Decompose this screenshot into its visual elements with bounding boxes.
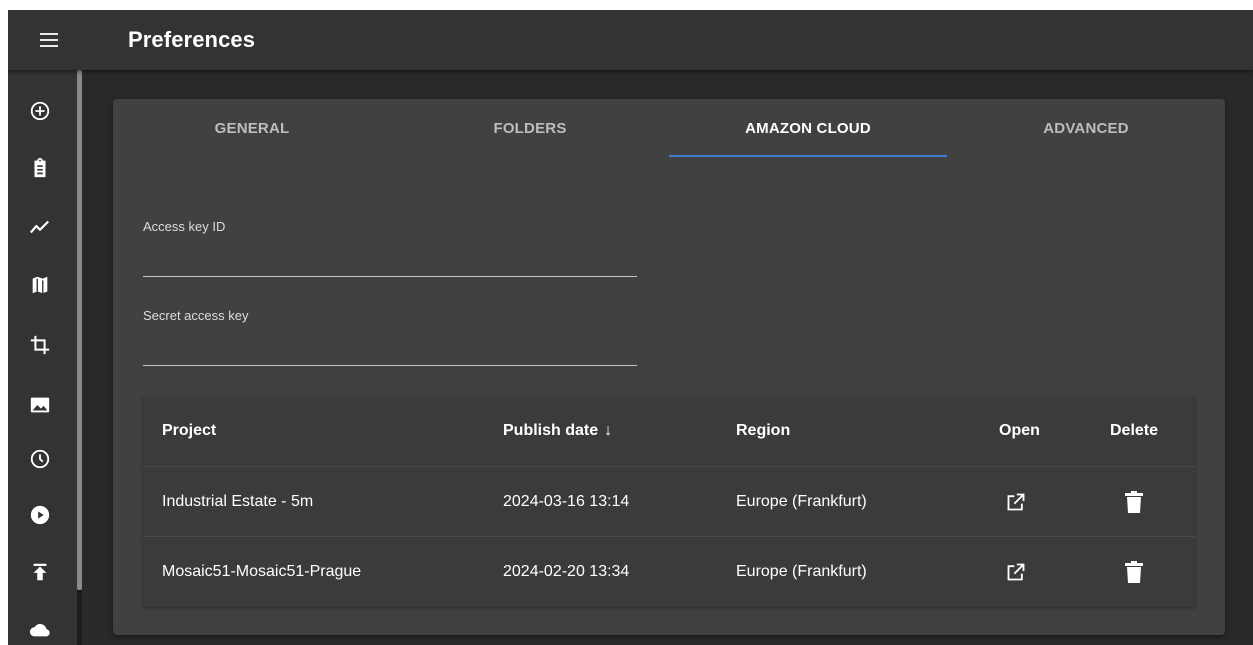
clock-icon[interactable] — [28, 447, 52, 471]
column-header-region[interactable]: Region — [736, 396, 790, 466]
app-window: Preferences GENERAL FOLDERS AMAZON CLOUD… — [8, 10, 1253, 645]
projects-table: Project Publish date ↓ Region Open Delet… — [143, 396, 1195, 607]
cloud-icon[interactable] — [28, 618, 52, 642]
menu-icon[interactable] — [37, 30, 61, 50]
secret-key-input[interactable] — [143, 336, 637, 366]
crop-icon[interactable] — [28, 333, 52, 357]
project-cell: Industrial Estate - 5m — [162, 493, 314, 510]
column-header-delete: Delete — [1110, 422, 1159, 439]
tab-advanced[interactable]: ADVANCED — [947, 99, 1225, 157]
publish-icon[interactable] — [28, 560, 52, 584]
region-cell: Europe (Frankfurt) — [736, 493, 867, 510]
tab-amazon-cloud[interactable]: AMAZON CLOUD — [669, 99, 947, 157]
preferences-card: GENERAL FOLDERS AMAZON CLOUD ADVANCED Ac… — [113, 99, 1225, 635]
sidebar-scrollbar[interactable] — [77, 70, 82, 590]
access-key-input[interactable] — [143, 247, 637, 277]
tab-folders[interactable]: FOLDERS — [391, 99, 669, 157]
delete-icon[interactable] — [1122, 537, 1146, 607]
active-tab-indicator — [669, 155, 947, 157]
column-header-project[interactable]: Project — [162, 396, 216, 466]
table-row: Industrial Estate - 5m 2024-03-16 13:14 … — [143, 466, 1195, 536]
add-circle-icon[interactable] — [28, 99, 52, 123]
open-external-icon[interactable] — [1004, 467, 1028, 537]
image-icon[interactable] — [28, 393, 52, 417]
page-title: Preferences — [128, 27, 256, 52]
timeline-icon[interactable] — [28, 215, 52, 239]
publish-date-header-label: Publish date — [503, 422, 599, 439]
open-external-icon[interactable] — [1004, 537, 1028, 607]
sort-arrow-icon: ↓ — [604, 422, 613, 439]
column-header-publish-date[interactable]: Publish date ↓ — [503, 396, 612, 466]
clipboard-icon[interactable] — [28, 156, 52, 180]
publish-date-cell: 2024-02-20 13:34 — [503, 563, 630, 580]
delete-icon[interactable] — [1122, 467, 1146, 537]
project-cell: Mosaic51-Mosaic51-Prague — [162, 563, 362, 580]
region-cell: Europe (Frankfurt) — [736, 563, 867, 580]
secret-key-label: Secret access key — [143, 308, 249, 323]
play-circle-icon[interactable] — [28, 503, 52, 527]
publish-date-cell: 2024-03-16 13:14 — [503, 493, 630, 510]
table-row: Mosaic51-Mosaic51-Prague 2024-02-20 13:3… — [143, 536, 1195, 606]
access-key-label: Access key ID — [143, 219, 226, 234]
map-icon[interactable] — [28, 273, 52, 297]
column-header-open: Open — [999, 422, 1040, 439]
sidebar — [8, 70, 78, 645]
tab-general[interactable]: GENERAL — [113, 99, 391, 157]
top-app-bar: Preferences — [8, 10, 1253, 70]
